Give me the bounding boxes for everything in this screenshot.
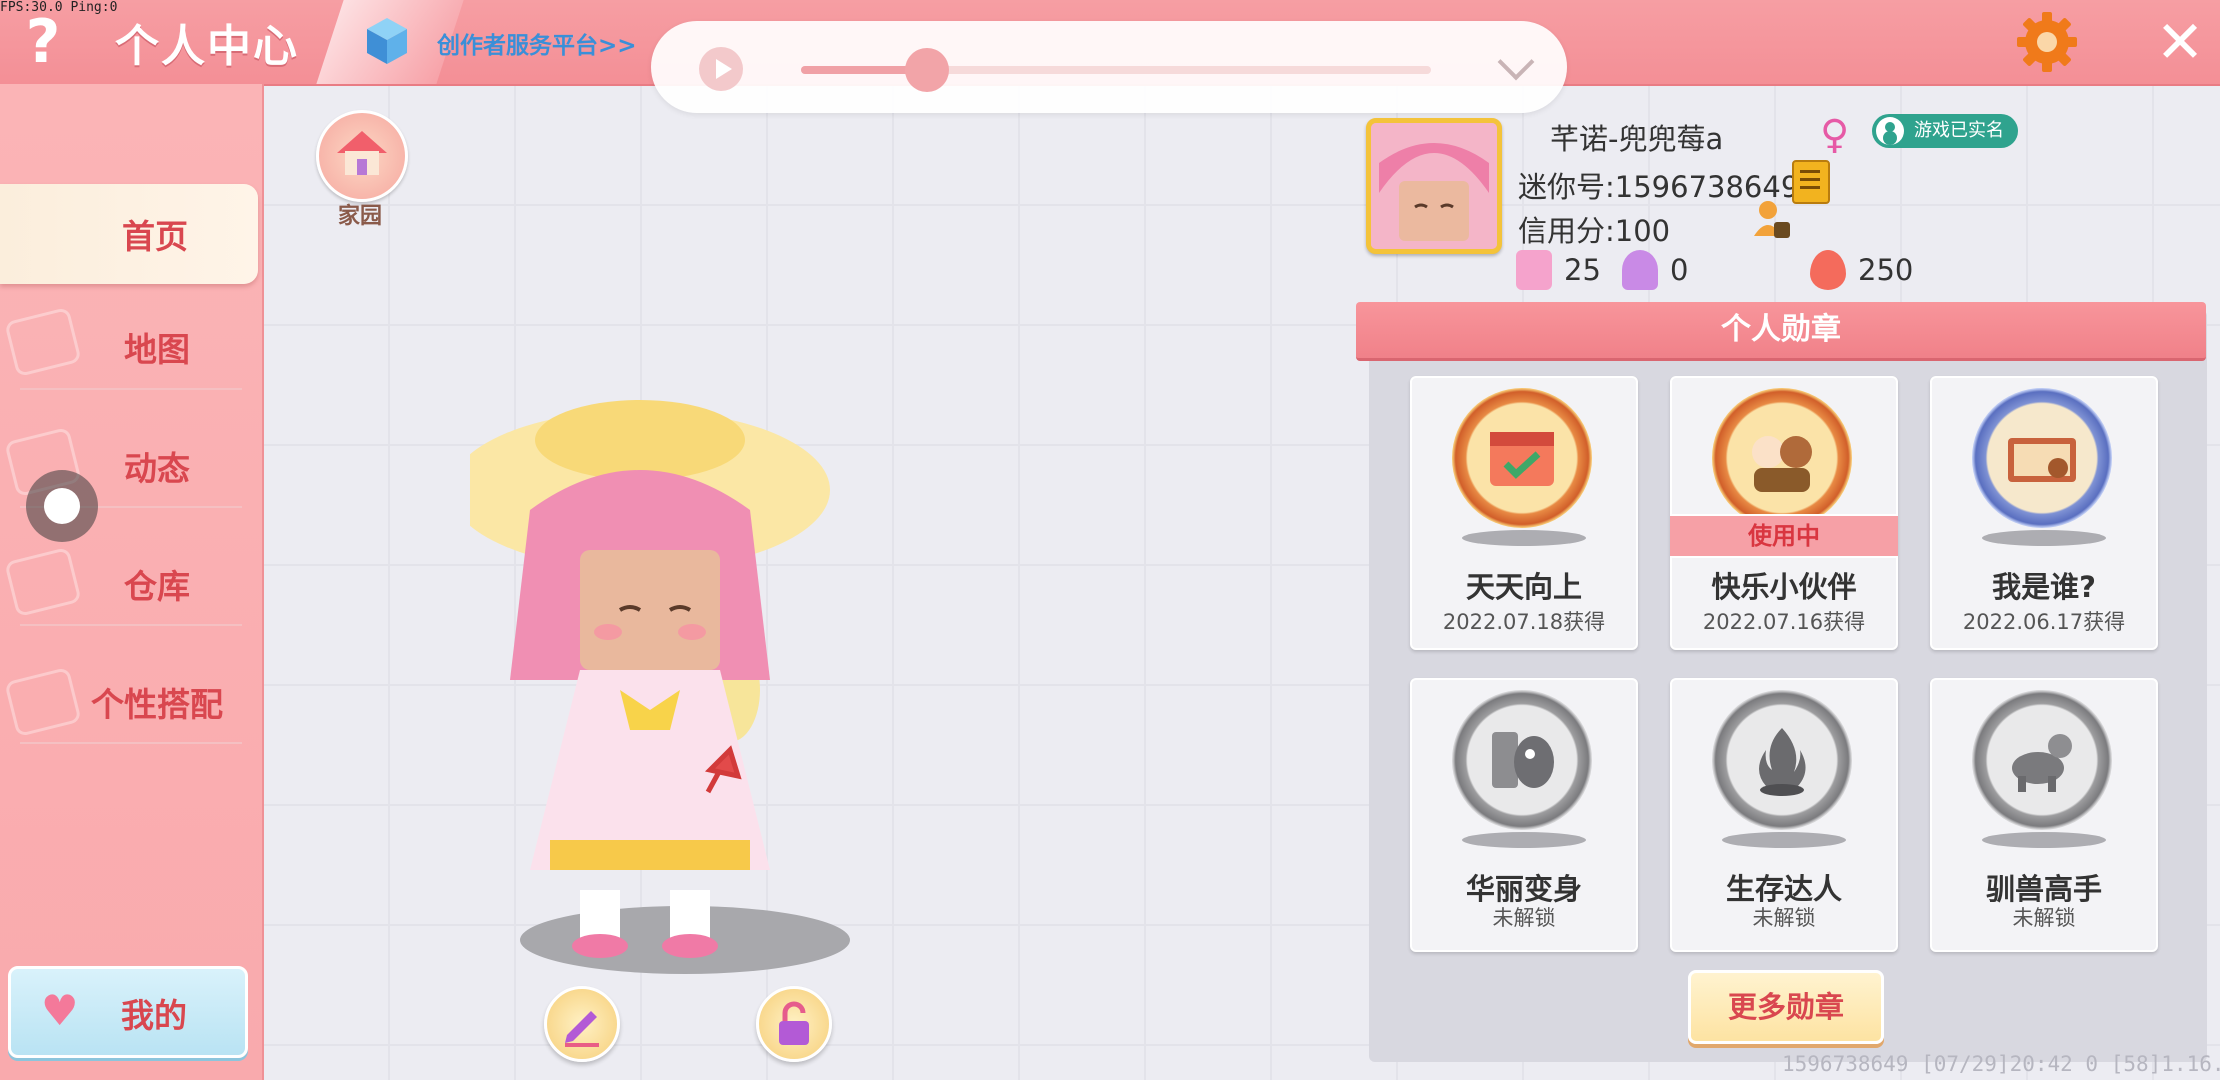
medal-card[interactable]: 生存达人 未解锁 — [1670, 678, 1898, 952]
stat-popularity: 250 — [1810, 250, 1913, 290]
close-icon: ✕ — [2155, 8, 2205, 76]
divider — [20, 624, 242, 626]
more-medals-button[interactable]: 更多勋章 — [1688, 970, 1884, 1044]
bookmark-plus-icon — [1516, 250, 1552, 290]
creator-platform-link[interactable]: 创作者服务平台>> — [437, 26, 637, 60]
play-icon[interactable] — [699, 47, 743, 91]
sidebar-item-outfit[interactable]: 个性搭配 — [0, 652, 262, 752]
nickname: 芊诺-兜兜莓a — [1550, 122, 1724, 156]
stat-cheers: 0 — [1622, 250, 1688, 290]
stat-value: 250 — [1858, 253, 1914, 287]
in-use-tag: 使用中 — [1670, 514, 1898, 558]
medal-name: 我是谁? — [1992, 570, 2096, 604]
transform-medal-icon — [1452, 690, 1592, 830]
home-label: 家园 — [337, 204, 382, 229]
user-verified-icon — [1876, 117, 1904, 145]
sidebar-item-label: 个性搭配 — [91, 685, 223, 724]
stat-value: 0 — [1670, 253, 1689, 287]
avatar-face — [1371, 123, 1497, 249]
mine-button-label: 我的 — [121, 996, 187, 1035]
medal-card[interactable]: 使用中 快乐小伙伴 2022.07.16获得 — [1670, 376, 1898, 650]
realname-badge: 游戏已实名 — [1872, 114, 2018, 148]
sidebar-item-home[interactable]: 首页 — [0, 184, 258, 284]
progress-knob[interactable] — [905, 48, 949, 92]
pencil-icon — [565, 1011, 599, 1047]
chevron-down-icon[interactable] — [1497, 43, 1535, 81]
medal-name: 天天向上 — [1465, 570, 1582, 604]
touch-indicator — [26, 470, 98, 542]
heart-icon: ♥ — [41, 986, 79, 1035]
unlock-icon — [779, 1001, 809, 1045]
realname-badge-label: 游戏已实名 — [1914, 120, 2004, 141]
question-icon: ? — [25, 7, 61, 77]
close-button[interactable]: ✕ — [2150, 12, 2210, 72]
flame-icon — [1810, 250, 1846, 290]
medal-status: 未解锁 — [1492, 906, 1556, 930]
divider — [20, 742, 242, 744]
campfire-medal-icon — [1712, 690, 1852, 830]
calendar-medal-icon — [1452, 388, 1592, 528]
medal-name: 快乐小伙伴 — [1711, 570, 1857, 604]
avatar-character[interactable] — [470, 400, 1030, 980]
page-title: 个人中心 — [115, 21, 299, 72]
stat-favorites: 25 — [1516, 250, 1601, 290]
gear-icon[interactable] — [2015, 10, 2079, 74]
edit-button[interactable] — [544, 986, 620, 1062]
profile-avatar[interactable] — [1366, 118, 1502, 254]
medal-card[interactable]: 我是谁? 2022.06.17获得 — [1930, 376, 2158, 650]
sidebar: 首页 地图 动态 仓库 个性搭配 — [0, 84, 264, 1080]
house-icon — [337, 131, 387, 175]
medal-card[interactable]: 华丽变身 未解锁 — [1410, 678, 1638, 952]
medal-status: 未解锁 — [2012, 906, 2076, 930]
footer-info: 1596738649 [07/29]20:42 0 [58]1.16.0 — [1782, 1052, 2220, 1076]
friend-manage-icon[interactable] — [1752, 198, 1792, 240]
medal-date: 2022.07.16获得 — [1702, 610, 1866, 634]
cheer-icon — [1622, 250, 1658, 290]
sidebar-item-map[interactable]: 地图 — [0, 297, 262, 397]
medal-shadow — [1722, 832, 1846, 848]
medal-status: 未解锁 — [1752, 906, 1816, 930]
friends-medal-icon — [1712, 388, 1852, 528]
letter-medal-icon — [1972, 388, 2112, 528]
fps-readout: FPS:30.0 Ping:0 — [0, 0, 118, 15]
medal-card[interactable]: 驯兽高手 未解锁 — [1930, 678, 2158, 952]
media-control-bar — [651, 21, 1567, 113]
copy-icon[interactable] — [1792, 160, 1830, 204]
medal-shadow — [1982, 832, 2106, 848]
divider — [20, 388, 242, 390]
help-button[interactable]: ? — [18, 8, 68, 76]
mine-button[interactable]: ♥ 我的 — [8, 966, 248, 1058]
medal-panel-title: 个人勋章 — [1356, 302, 2206, 361]
medal-shadow — [1982, 530, 2106, 546]
home-button[interactable] — [316, 110, 408, 202]
lock-button[interactable] — [756, 986, 832, 1062]
stat-value: 25 — [1564, 253, 1601, 287]
sidebar-item-label: 地图 — [124, 330, 190, 369]
medal-card[interactable]: 天天向上 2022.07.18获得 — [1410, 376, 1638, 650]
female-icon: ♀ — [1820, 112, 1850, 158]
progress-track[interactable] — [801, 48, 1431, 92]
medal-date: 2022.06.17获得 — [1962, 610, 2126, 634]
cube-icon[interactable] — [365, 16, 409, 66]
medal-shadow — [1462, 530, 1586, 546]
sidebar-item-label: 首页 — [122, 217, 188, 256]
sidebar-item-label: 动态 — [124, 449, 190, 488]
medal-shadow — [1462, 832, 1586, 848]
medal-date: 2022.07.18获得 — [1442, 610, 1606, 634]
sidebar-item-label: 仓库 — [124, 567, 190, 606]
rider-medal-icon — [1972, 690, 2112, 830]
sidebar-item-storage[interactable]: 仓库 — [0, 534, 262, 634]
credit-score: 信用分:100 — [1518, 214, 1671, 248]
